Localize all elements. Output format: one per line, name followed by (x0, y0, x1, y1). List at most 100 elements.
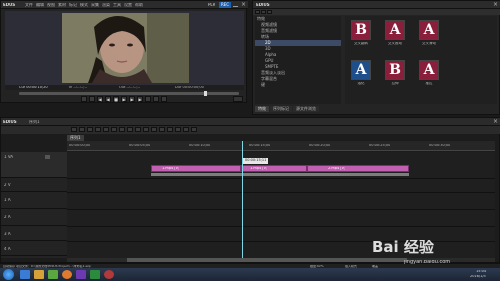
tool-snap[interactable] (159, 127, 165, 132)
effect-thumb[interactable]: B 交叉翻转 (349, 20, 373, 52)
menu-edit[interactable]: 编辑 (36, 3, 44, 7)
track-header-1a[interactable]: 1 A (1, 193, 67, 209)
watermark: Bai 经验 jingyan.baidu.com (372, 240, 482, 280)
bin-tool-3[interactable] (267, 10, 272, 14)
menu-tools[interactable]: 工具 (113, 3, 121, 7)
bin-toolbar (253, 9, 500, 15)
clip-label: 1.mp4 [V] (250, 167, 268, 170)
clip[interactable]: 1.mp4 [V] (151, 165, 241, 172)
minimize-icon[interactable] (233, 3, 238, 7)
set-out-button[interactable] (89, 96, 95, 102)
clip[interactable]: 1.mp4 [V] (241, 165, 307, 172)
tool-split[interactable] (143, 127, 149, 132)
effect-thumb-image: B (385, 60, 405, 80)
taskbar-app-icon[interactable] (62, 270, 72, 279)
timeline-toolbar (1, 126, 500, 134)
track-lock-icon[interactable] (45, 155, 50, 159)
taskbar-app-icon[interactable] (76, 270, 86, 279)
track-header-1va[interactable]: 1 VA (1, 152, 67, 178)
mode-label[interactable]: PLR (208, 3, 215, 7)
taskbar-app-icon[interactable] (48, 270, 58, 279)
timeline-ruler[interactable]: 00:00:00;00 00:00:05;00 00:00:10;00 00:0… (67, 141, 495, 151)
taskbar-app-icon[interactable] (90, 270, 100, 279)
scrollbar-thumb[interactable] (127, 258, 407, 262)
effect-thumb-label: 推拉 (425, 82, 433, 85)
prev-frame-icon[interactable]: ◀ (97, 96, 103, 102)
tool-new-sequence[interactable] (71, 127, 77, 132)
taskbar-app-icon[interactable] (104, 270, 114, 279)
rec-label[interactable]: REC (219, 2, 232, 8)
track-header-3a[interactable]: 3 A (1, 227, 67, 241)
tool-redo[interactable] (103, 127, 109, 132)
ruler-tick: 00:00:00;00 (69, 144, 91, 147)
clip[interactable]: 2.mp4 [V] (307, 165, 409, 172)
insert-icon[interactable] (153, 96, 159, 102)
tab-effects[interactable]: 特效 (255, 106, 269, 112)
set-in-button[interactable] (81, 96, 87, 102)
tab-sequence-markers[interactable]: 序列标记 (270, 106, 292, 112)
effect-thumb-letter: A (423, 22, 435, 38)
video-monitor[interactable] (5, 11, 244, 85)
tool-cut[interactable] (111, 127, 117, 132)
menu-help[interactable]: 帮助 (135, 3, 143, 7)
effect-thumb-label: 交叉翻转 (354, 42, 368, 45)
track-header-2v[interactable]: 2 V (1, 179, 67, 192)
bin-close-icon[interactable]: × (493, 2, 498, 8)
fast-forward-icon[interactable]: ▶ (129, 96, 135, 102)
effect-thumb-letter: A (355, 62, 367, 78)
bin-tool-1[interactable] (255, 10, 260, 14)
start-button[interactable] (3, 269, 14, 280)
timeline-tools (71, 127, 197, 132)
menu-mode[interactable]: 模式 (80, 3, 88, 7)
track-header-4a[interactable]: 4 A (1, 242, 67, 256)
menu-render[interactable]: 渲染 (102, 3, 110, 7)
tool-export[interactable] (191, 127, 197, 132)
tool-sync[interactable] (175, 127, 181, 132)
menu-file[interactable]: 文件 (25, 3, 33, 7)
tool-ripple[interactable] (167, 127, 173, 132)
bin-tool-2[interactable] (261, 10, 266, 14)
timeline-close-icon[interactable]: × (493, 119, 498, 125)
play-icon[interactable]: ▶ (121, 96, 127, 102)
overwrite-icon[interactable] (161, 96, 167, 102)
tool-save[interactable] (87, 127, 93, 132)
track-header-2a[interactable]: 2 A (1, 210, 67, 226)
scrub-bar[interactable] (19, 91, 239, 96)
tool-render[interactable] (183, 127, 189, 132)
effect-thumb-letter: A (423, 62, 435, 78)
timeline-titlebar: EDIUS 序列1 × (1, 118, 500, 126)
menu-capture[interactable]: 采集 (91, 3, 99, 7)
track-label: 3 A (4, 232, 11, 236)
effect-thumb[interactable]: A 溶化 (349, 60, 373, 92)
tool-paste[interactable] (127, 127, 133, 132)
next-frame-icon[interactable]: ▶ (137, 96, 143, 102)
tree-item-keyers[interactable]: 键 (255, 82, 341, 88)
tool-delete[interactable] (135, 127, 141, 132)
menu-marker[interactable]: 标记 (69, 3, 77, 7)
effect-thumb[interactable]: B 拉伸 (383, 60, 407, 92)
effect-thumb[interactable]: A 推拉 (417, 60, 441, 92)
tool-open[interactable] (79, 127, 85, 132)
rewind-icon[interactable]: ◀ (105, 96, 111, 102)
bin-window: EDIUS × 特效 视频滤镜 音频滤镜 转场 2D 3D Alpha GPU … (252, 0, 500, 115)
effect-thumb[interactable]: A 交叉滑动 (417, 20, 441, 52)
timecode-cur: Cur 00:00:10;20 (19, 86, 48, 89)
menu-view[interactable]: 视图 (47, 3, 55, 7)
track-label: 1 A (4, 198, 11, 202)
scrub-handle[interactable] (204, 91, 207, 96)
player-menu-icon[interactable] (233, 96, 243, 102)
tab-source-browser[interactable]: 源文件浏览 (293, 106, 319, 112)
effect-thumb[interactable]: A 交叉推动 (383, 20, 407, 52)
menu-clip[interactable]: 素材 (58, 3, 66, 7)
ruler-tick: 00:00:05;00 (129, 144, 151, 147)
effect-thumb-image: A (385, 20, 405, 40)
taskbar-app-icon[interactable] (34, 270, 44, 279)
menu-settings[interactable]: 设置 (124, 3, 132, 7)
tool-copy[interactable] (119, 127, 125, 132)
tool-undo[interactable] (95, 127, 101, 132)
close-icon[interactable]: × (241, 2, 247, 8)
taskbar-app-icon[interactable] (20, 270, 30, 279)
tool-marker[interactable] (151, 127, 157, 132)
loop-icon[interactable] (145, 96, 151, 102)
stop-icon[interactable]: ■ (113, 96, 119, 102)
